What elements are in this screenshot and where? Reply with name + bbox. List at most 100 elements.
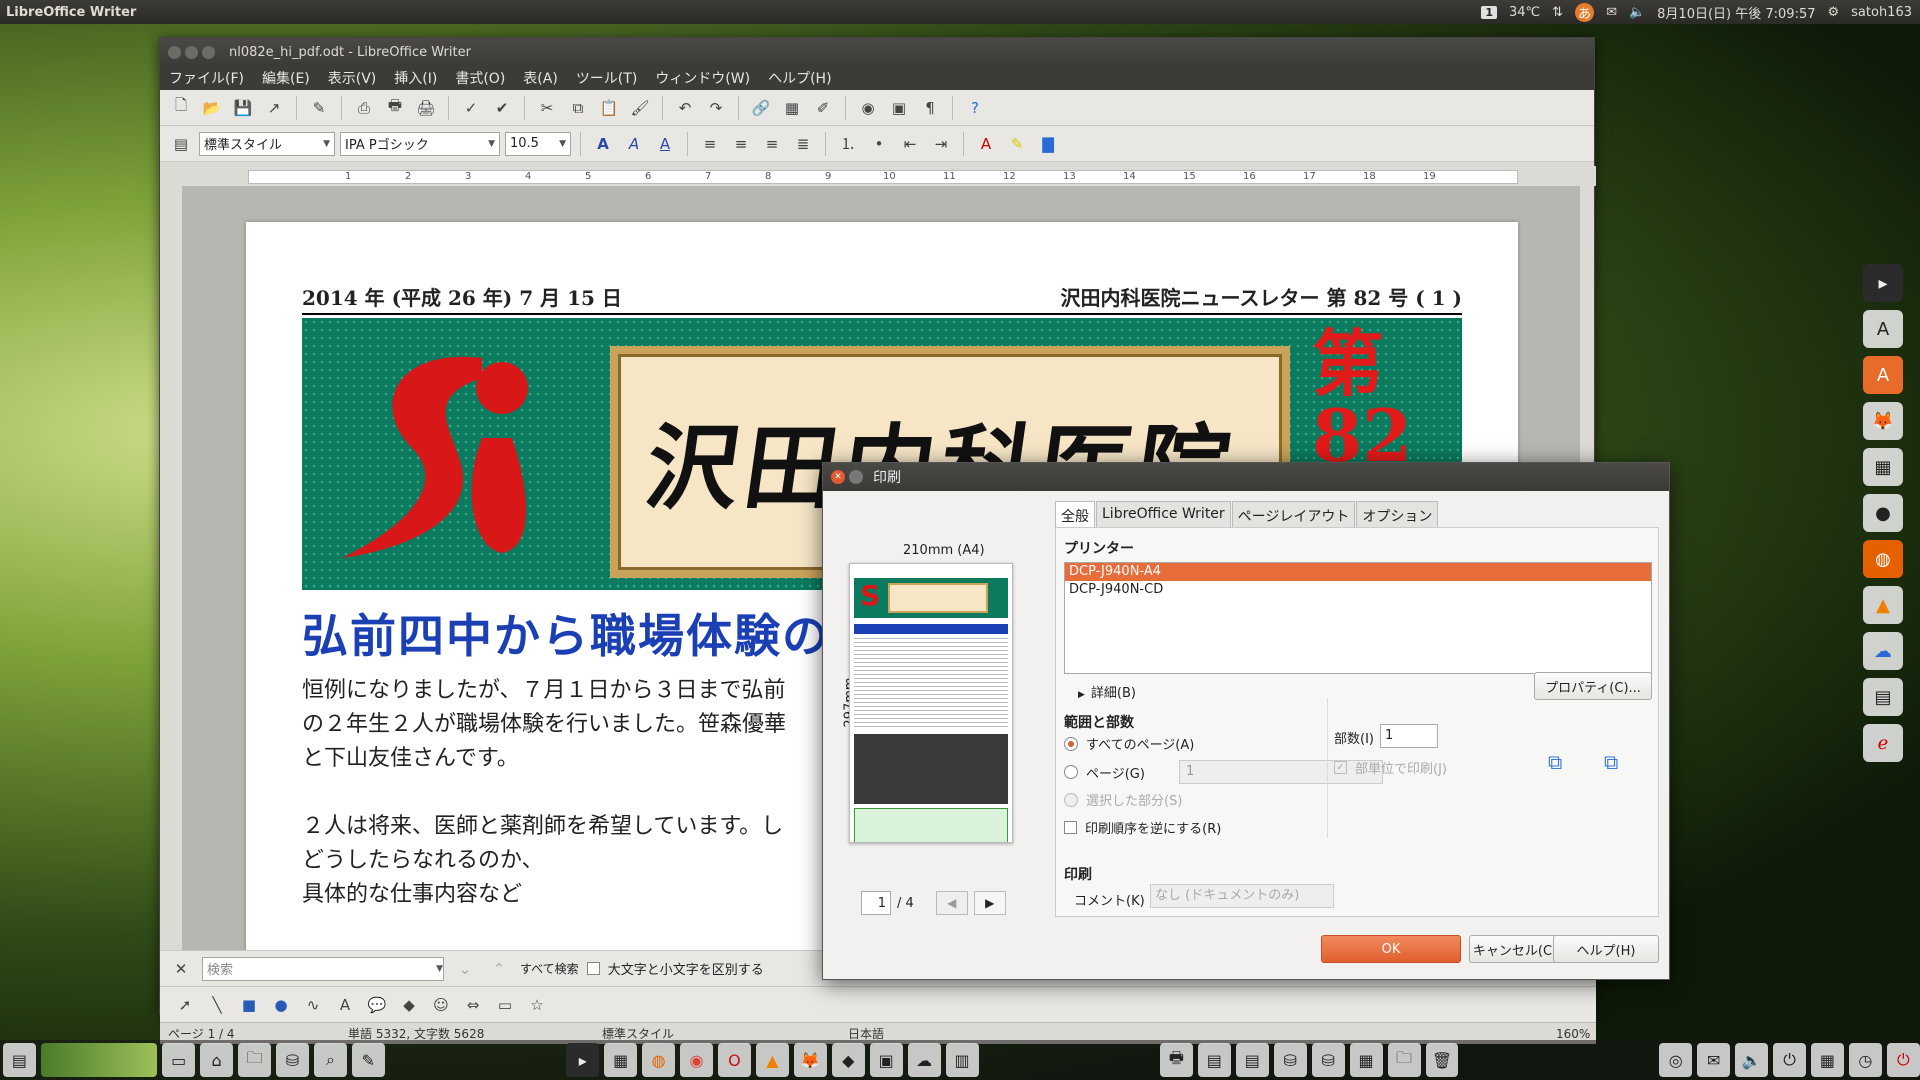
drive-icon[interactable]: ⛁: [1273, 1043, 1307, 1077]
justify-icon[interactable]: ≣: [790, 131, 816, 157]
package-icon[interactable]: ▦: [1349, 1043, 1383, 1077]
weather-app-icon[interactable]: ☁: [907, 1043, 941, 1077]
paste-icon[interactable]: 📋: [596, 95, 622, 121]
rectangle-icon[interactable]: ■: [236, 992, 262, 1018]
printer-icon[interactable]: 🖶: [1159, 1043, 1193, 1077]
reverse-order-checkbox[interactable]: [1064, 821, 1077, 834]
messaging-icon[interactable]: ●: [1863, 494, 1903, 532]
minimize-window-button[interactable]: [185, 45, 198, 59]
undo-icon[interactable]: ↶: [672, 95, 698, 121]
menu-edit[interactable]: 編集(E): [253, 68, 319, 88]
workspace-switcher[interactable]: [40, 1043, 158, 1077]
printer-item[interactable]: DCP-J940N-CD: [1065, 581, 1651, 599]
software-center-icon[interactable]: A: [1863, 356, 1903, 394]
tab-writer[interactable]: LibreOffice Writer: [1096, 501, 1231, 530]
numbering-icon[interactable]: ⒈: [835, 131, 861, 157]
bold-icon[interactable]: A: [590, 131, 616, 157]
network-manager-icon[interactable]: ⌂: [200, 1043, 234, 1077]
writer-document-icon[interactable]: ▤: [1863, 678, 1903, 716]
mail-icon[interactable]: ✉: [1697, 1043, 1731, 1077]
font-size-select[interactable]: 10.5 ▼: [505, 131, 571, 156]
clock[interactable]: 8月10日(日) 午後 7:09:57: [1657, 3, 1815, 22]
edit-mode-icon[interactable]: ✎: [306, 95, 332, 121]
folder-icon[interactable]: 🗀: [1387, 1043, 1421, 1077]
cpu-monitor-icon[interactable]: ▦: [1810, 1043, 1844, 1077]
menu-insert[interactable]: 挿入(I): [385, 68, 446, 88]
home-folder-icon[interactable]: 🗀: [238, 1043, 272, 1077]
help-button[interactable]: ヘルプ(H): [1553, 935, 1659, 963]
align-right-icon[interactable]: ≡: [759, 131, 785, 157]
background-color-icon[interactable]: ▇: [1035, 131, 1061, 157]
chrome-icon[interactable]: ◉: [680, 1043, 713, 1077]
line-icon[interactable]: ╲: [204, 992, 230, 1018]
print-preview-icon[interactable]: 🖨: [413, 95, 439, 121]
draw-functions-icon[interactable]: ✐: [810, 95, 836, 121]
export-pdf-icon[interactable]: ⎙: [351, 95, 377, 121]
details-expander[interactable]: ▶ 詳細(B): [1078, 682, 1136, 701]
select-arrow-icon[interactable]: ➚: [172, 992, 198, 1018]
find-previous-icon[interactable]: ⌄: [452, 956, 478, 982]
weather-app-icon[interactable]: ☁: [1863, 632, 1903, 670]
speaker-icon[interactable]: 🔈: [1735, 1043, 1769, 1077]
weather-indicator[interactable]: 34℃: [1509, 5, 1540, 20]
styles-icon[interactable]: ▤: [168, 131, 194, 157]
redo-icon[interactable]: ↷: [703, 95, 729, 121]
cancel-button[interactable]: キャンセル(C): [1469, 935, 1561, 963]
gallery-icon[interactable]: ▣: [886, 95, 912, 121]
align-left-icon[interactable]: ≡: [697, 131, 723, 157]
ok-button[interactable]: OK: [1321, 935, 1461, 963]
new-document-icon[interactable]: 🗋: [168, 95, 194, 121]
desktop-icon[interactable]: ▭: [162, 1043, 196, 1077]
font-color-icon[interactable]: A: [973, 131, 999, 157]
autospell-icon[interactable]: ✔: [489, 95, 515, 121]
tab-options[interactable]: オプション: [1356, 501, 1439, 530]
copy-icon[interactable]: ⧉: [565, 95, 591, 121]
formatting-marks-icon[interactable]: ¶: [917, 95, 943, 121]
pdf-icon[interactable]: ▤: [1235, 1043, 1269, 1077]
basic-shapes-icon[interactable]: ◆: [396, 992, 422, 1018]
print-icon[interactable]: 🖶: [382, 95, 408, 121]
update-manager-icon[interactable]: A: [1863, 310, 1903, 348]
symbol-shapes-icon[interactable]: ☺: [428, 992, 454, 1018]
horizontal-ruler[interactable]: 1 2 3 4 5 6 7 8 9 10 11 12 13 14 15 16 1…: [160, 166, 1596, 186]
align-center-icon[interactable]: ≡: [728, 131, 754, 157]
files-icon[interactable]: ▤: [3, 1043, 36, 1077]
all-pages-radio[interactable]: [1064, 736, 1078, 751]
user-name[interactable]: satoh163: [1851, 5, 1912, 20]
hyperlink-icon[interactable]: 🔗: [748, 95, 774, 121]
flowchart-icon[interactable]: ▭: [492, 992, 518, 1018]
match-case-checkbox[interactable]: [586, 962, 600, 975]
comment-input[interactable]: なし (ドキュメントのみ): [1150, 884, 1334, 908]
cut-icon[interactable]: ✂: [534, 95, 560, 121]
minimize-dialog-icon[interactable]: [849, 470, 863, 484]
copies-input[interactable]: 1: [1380, 724, 1438, 748]
save-icon[interactable]: 💾: [230, 95, 256, 121]
menu-format[interactable]: 書式(O): [446, 68, 514, 88]
volume-icon[interactable]: 🔈: [1629, 5, 1645, 20]
firefox-icon[interactable]: ◍: [1863, 540, 1903, 578]
decrease-indent-icon[interactable]: ⇤: [897, 131, 923, 157]
network-icon[interactable]: ⇅: [1552, 5, 1563, 20]
shutdown-icon[interactable]: ⏻: [1886, 1043, 1920, 1077]
calculator-icon[interactable]: ▦: [604, 1043, 638, 1077]
terminal-icon[interactable]: ▸: [1863, 264, 1903, 302]
highlight-icon[interactable]: ✎: [1004, 131, 1030, 157]
paragraph-style-select[interactable]: 標準スタイル ▼: [199, 131, 335, 156]
gear-icon[interactable]: ⚙: [1828, 5, 1840, 20]
find-all-button[interactable]: すべて検索: [520, 960, 579, 977]
menu-table[interactable]: 表(A): [514, 68, 567, 88]
gimp-icon[interactable]: 🦊: [1863, 402, 1903, 440]
close-findbar-icon[interactable]: ✕: [168, 956, 194, 982]
properties-button[interactable]: プロパティ(C)...: [1534, 672, 1652, 700]
pages-radio[interactable]: [1064, 765, 1078, 779]
table-icon[interactable]: ▦: [779, 95, 805, 121]
tab-general[interactable]: 全般: [1055, 501, 1095, 530]
trash-icon[interactable]: 🗑: [1425, 1043, 1459, 1077]
freeform-icon[interactable]: ∿: [300, 992, 326, 1018]
next-page-icon[interactable]: ▶: [973, 891, 1006, 915]
printer-item[interactable]: DCP-J940N-A4: [1065, 563, 1651, 581]
archive-icon[interactable]: ▥: [945, 1043, 979, 1077]
scanner-icon[interactable]: ▤: [1197, 1043, 1231, 1077]
menu-file[interactable]: ファイル(F): [160, 68, 253, 88]
text-icon[interactable]: A: [332, 992, 358, 1018]
